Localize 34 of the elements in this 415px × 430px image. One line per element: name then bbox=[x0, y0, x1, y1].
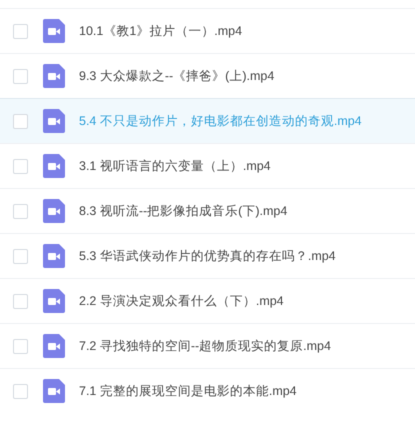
checkbox[interactable] bbox=[13, 114, 28, 128]
checkbox[interactable] bbox=[13, 248, 28, 264]
file-row[interactable]: 2.2 导演决定观众看什么（下）.mp4 bbox=[0, 278, 415, 323]
checkbox[interactable] bbox=[13, 294, 28, 308]
video-file-icon bbox=[43, 109, 65, 133]
file-name: 7.2 寻找独特的空间--超物质现实的复原.mp4 bbox=[79, 338, 331, 354]
checkbox[interactable] bbox=[13, 68, 28, 84]
file-name: 5.3 华语武侠动作片的优势真的存在吗？.mp4 bbox=[79, 248, 336, 264]
file-row[interactable]: 5.3 华语武侠动作片的优势真的存在吗？.mp4 bbox=[0, 233, 415, 278]
file-name: 9.3 大众爆款之--《摔爸》(上).mp4 bbox=[79, 68, 274, 84]
checkbox[interactable] bbox=[13, 338, 28, 354]
video-file-icon bbox=[43, 289, 65, 313]
video-file-icon bbox=[43, 244, 65, 268]
file-row[interactable]: 10.1《教1》拉片（一）.mp4 bbox=[0, 8, 415, 53]
video-file-icon bbox=[43, 154, 65, 178]
file-name: 5.4 不只是动作片，好电影都在创造动的奇观.mp4 bbox=[79, 112, 362, 130]
video-file-icon bbox=[43, 19, 65, 43]
file-name: 8.3 视听流--把影像拍成音乐(下).mp4 bbox=[79, 202, 288, 220]
video-file-icon bbox=[43, 379, 65, 403]
file-name: 2.2 导演决定观众看什么（下）.mp4 bbox=[79, 292, 284, 310]
checkbox[interactable] bbox=[13, 384, 28, 398]
video-file-icon bbox=[43, 64, 65, 88]
file-row[interactable]: 7.2 寻找独特的空间--超物质现实的复原.mp4 bbox=[0, 323, 415, 368]
file-name: 7.1 完整的展现空间是电影的本能.mp4 bbox=[79, 382, 297, 400]
checkbox[interactable] bbox=[13, 204, 28, 218]
file-row[interactable]: 7.1 完整的展现空间是电影的本能.mp4 bbox=[0, 368, 415, 413]
checkbox[interactable] bbox=[13, 24, 28, 38]
video-file-icon bbox=[43, 199, 65, 223]
file-row[interactable]: 8.3 视听流--把影像拍成音乐(下).mp4 bbox=[0, 188, 415, 233]
file-name: 10.1《教1》拉片（一）.mp4 bbox=[79, 22, 242, 40]
file-row[interactable]: 3.1 视听语言的六变量（上）.mp4 bbox=[0, 143, 415, 188]
file-name: 3.1 视听语言的六变量（上）.mp4 bbox=[79, 158, 271, 174]
checkbox[interactable] bbox=[13, 158, 28, 174]
video-file-icon bbox=[43, 334, 65, 358]
